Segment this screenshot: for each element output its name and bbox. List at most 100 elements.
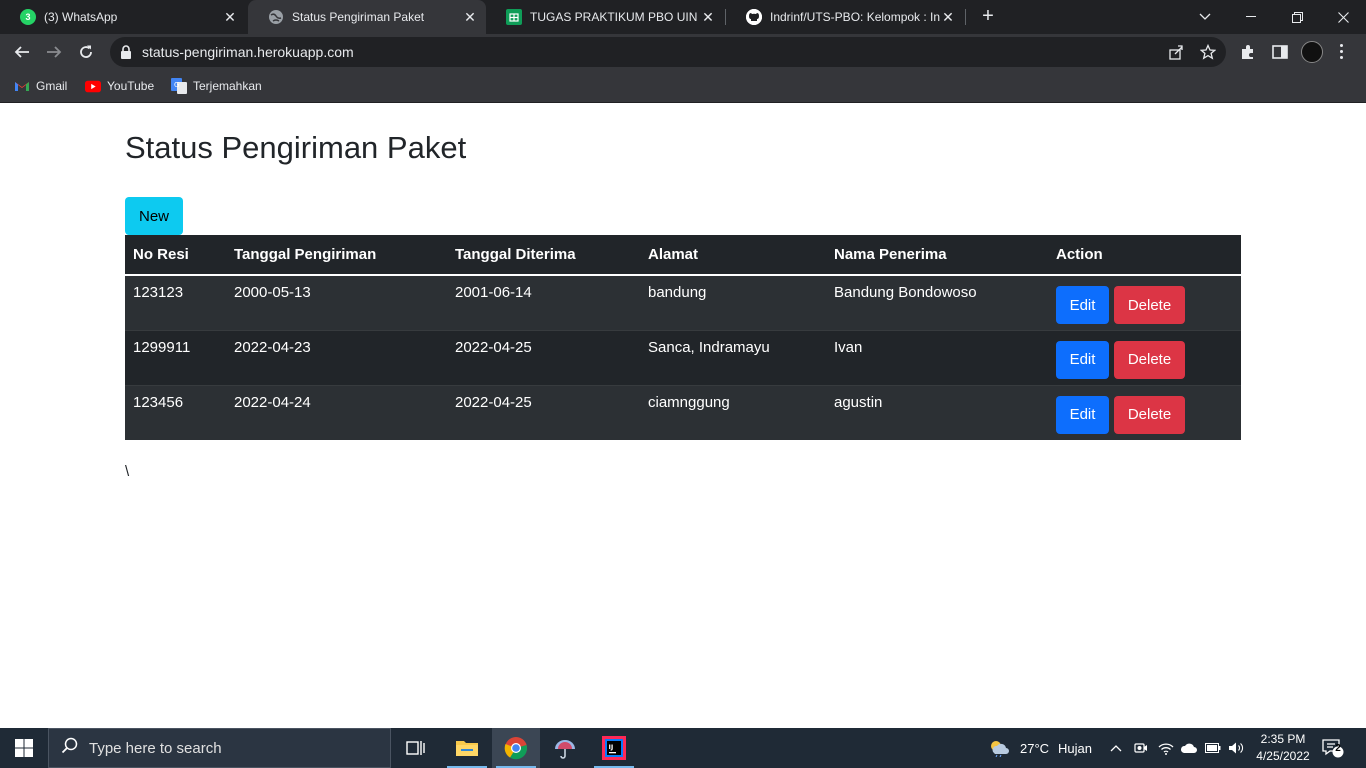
- minimize-icon[interactable]: [1228, 0, 1274, 34]
- delete-button[interactable]: Delete: [1114, 286, 1185, 324]
- whatsapp-icon: 3: [20, 9, 36, 25]
- taskbar-intellij[interactable]: IJ: [590, 728, 638, 768]
- clock-date: 4/25/2022: [1256, 749, 1310, 763]
- reload-icon[interactable]: [74, 40, 98, 64]
- cloud-icon: [1180, 743, 1197, 753]
- cell-nama-penerima: Ivan: [826, 330, 1048, 386]
- edit-button[interactable]: Edit: [1056, 286, 1109, 324]
- stray-backslash-text: \: [125, 463, 130, 480]
- bookmark-gmail[interactable]: Gmail: [14, 76, 67, 96]
- action-center-button[interactable]: 2: [1322, 738, 1346, 760]
- cell-tanggal-diterima: 2022-04-25: [447, 385, 640, 440]
- taskbar-chrome[interactable]: [492, 728, 540, 768]
- google-translate-icon: G: [171, 78, 187, 94]
- taskbar-clock[interactable]: 2:35 PM 4/25/2022: [1252, 731, 1314, 765]
- intellij-icon: IJ: [602, 736, 626, 760]
- cell-nama-penerima: agustin: [826, 385, 1048, 440]
- edit-button[interactable]: Edit: [1056, 340, 1109, 379]
- cell-nama-penerima: Bandung Bondowoso: [826, 275, 1048, 331]
- camera-icon: [1134, 743, 1147, 753]
- bookmark-youtube[interactable]: YouTube: [85, 76, 154, 96]
- youtube-icon: [85, 78, 101, 94]
- bookmark-star-icon[interactable]: [1199, 43, 1217, 60]
- windows-logo-icon: [15, 739, 33, 757]
- cell-tanggal-pengiriman: 2022-04-23: [226, 330, 447, 386]
- cell-tanggal-diterima: 2001-06-14: [447, 275, 640, 331]
- delete-button[interactable]: Delete: [1114, 340, 1185, 379]
- tab-whatsapp[interactable]: 3 (3) WhatsApp ✕: [0, 0, 246, 34]
- clock-time: 2:35 PM: [1260, 732, 1306, 746]
- tab-title: Status Pengiriman Paket: [292, 10, 425, 24]
- tab-github[interactable]: Indrinf/UTS-PBO: Kelompok : Indrinf ✕: [726, 0, 964, 34]
- show-hidden-icons-button[interactable]: [1110, 728, 1122, 768]
- share-icon[interactable]: [1168, 44, 1184, 60]
- lock-icon[interactable]: [120, 45, 132, 64]
- header-alamat: Alamat: [640, 235, 826, 276]
- close-window-icon[interactable]: [1320, 0, 1366, 34]
- bookmark-terjemahkan[interactable]: G Terjemahkan: [171, 76, 262, 96]
- restore-icon[interactable]: [1274, 0, 1320, 34]
- page-content: Status Pengiriman Paket New No Resi Tang…: [0, 103, 1366, 728]
- weather-widget[interactable]: 27°C Hujan: [988, 728, 1092, 768]
- tray-battery[interactable]: [1205, 728, 1221, 768]
- table-row: 123123 2000-05-13 2001-06-14 bandung Ban…: [125, 275, 1241, 331]
- cell-alamat: bandung: [640, 275, 826, 331]
- cell-action: Edit Delete: [1048, 330, 1241, 386]
- taskbar-search[interactable]: [48, 728, 391, 768]
- weather-description: Hujan: [1058, 740, 1093, 756]
- url-text[interactable]: status-pengiriman.herokuapp.com: [142, 44, 354, 60]
- tab-separator: [965, 9, 966, 25]
- tray-meet-now[interactable]: [1134, 728, 1148, 768]
- tab-tugas-praktikum[interactable]: TUGAS PRAKTIKUM PBO UIN SGD ✕: [486, 0, 724, 34]
- tab-status-pengiriman[interactable]: Status Pengiriman Paket ✕: [248, 0, 486, 34]
- battery-icon: [1205, 743, 1221, 753]
- rain-cloud-icon: [991, 741, 1009, 757]
- delete-button[interactable]: Delete: [1114, 395, 1185, 434]
- start-button[interactable]: [0, 728, 48, 768]
- edit-button[interactable]: Edit: [1056, 395, 1109, 434]
- tray-volume[interactable]: [1228, 728, 1244, 768]
- browser-tab-strip: 3 (3) WhatsApp ✕ Status Pengiriman Paket…: [0, 0, 1366, 34]
- table-row: 1299911 2022-04-23 2022-04-25 Sanca, Ind…: [125, 330, 1241, 386]
- bookmarks-bar: Gmail YouTube G Terjemahkan: [0, 70, 1366, 103]
- address-bar[interactable]: status-pengiriman.herokuapp.com: [110, 37, 1226, 67]
- new-button[interactable]: New: [125, 197, 183, 235]
- taskbar-app-snipping[interactable]: [541, 728, 589, 768]
- header-tanggal-pengiriman: Tanggal Pengiriman: [226, 235, 447, 276]
- taskbar-file-explorer[interactable]: [443, 728, 491, 768]
- cell-tanggal-pengiriman: 2000-05-13: [226, 275, 447, 331]
- profile-avatar[interactable]: [1301, 41, 1323, 63]
- back-icon[interactable]: [10, 40, 34, 64]
- google-sheets-icon: [506, 9, 522, 25]
- chrome-icon: [504, 737, 528, 760]
- github-icon: [746, 9, 762, 25]
- umbrella-app-icon: [555, 740, 575, 759]
- cell-tanggal-diterima: 2022-04-25: [447, 330, 640, 386]
- close-tab-icon[interactable]: ✕: [222, 9, 238, 25]
- tray-network[interactable]: [1158, 728, 1174, 768]
- bookmark-label: Terjemahkan: [193, 79, 262, 93]
- new-tab-button[interactable]: +: [978, 6, 998, 26]
- extensions-puzzle-icon[interactable]: [1239, 43, 1257, 61]
- header-tanggal-diterima: Tanggal Diterima: [447, 235, 640, 276]
- weather-temperature: 27°C: [1020, 740, 1050, 756]
- task-view-button[interactable]: [392, 728, 440, 768]
- bookmark-label: YouTube: [107, 79, 155, 93]
- cell-action: Edit Delete: [1048, 385, 1241, 440]
- tray-onedrive[interactable]: [1180, 728, 1198, 768]
- browser-menu-icon[interactable]: [1340, 44, 1344, 62]
- cell-no-resi: 123456: [125, 385, 226, 440]
- tab-search-icon[interactable]: [1182, 0, 1228, 34]
- close-tab-icon[interactable]: ✕: [462, 9, 478, 25]
- close-tab-icon[interactable]: ✕: [700, 9, 716, 25]
- shipment-table: No Resi Tanggal Pengiriman Tanggal Diter…: [125, 235, 1241, 440]
- close-tab-icon[interactable]: ✕: [940, 9, 956, 25]
- forward-icon[interactable]: [42, 40, 66, 64]
- tab-title: TUGAS PRAKTIKUM PBO UIN SGD: [530, 10, 700, 24]
- search-icon: [61, 737, 79, 760]
- search-input[interactable]: [89, 739, 369, 757]
- page-title: Status Pengiriman Paket: [125, 130, 467, 165]
- task-view-icon: [406, 741, 425, 755]
- bookmark-label: Gmail: [36, 79, 68, 93]
- side-panel-icon[interactable]: [1271, 43, 1289, 61]
